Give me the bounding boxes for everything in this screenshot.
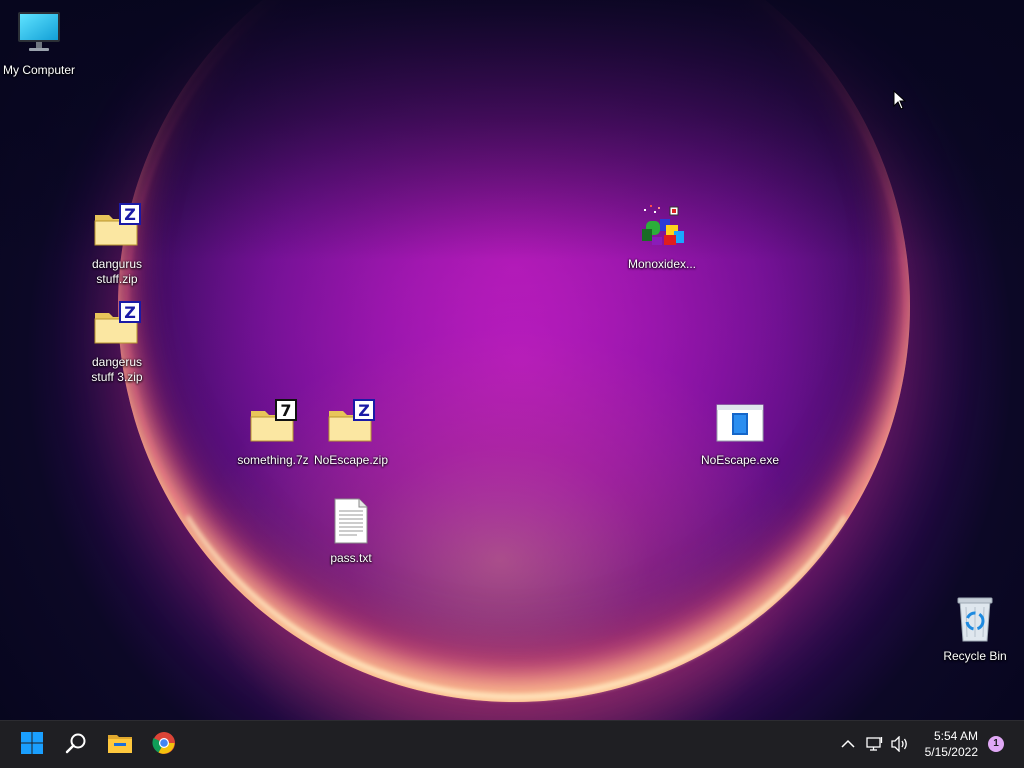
desktop[interactable]: My Computer Z dangurus stuff.zip Z dange… — [0, 0, 1024, 720]
svg-text:Z: Z — [124, 303, 136, 322]
clock-time: 5:54 AM — [933, 729, 978, 743]
desktop-icon-label: dangurus stuff.zip — [91, 257, 143, 286]
desktop-icon-label: Recycle Bin — [943, 649, 1007, 663]
zip-folder-icon: Z — [93, 203, 141, 251]
taskbar: 5:54 AM 5/15/2022 — [0, 720, 1024, 768]
start-button[interactable] — [12, 725, 52, 765]
search-icon — [64, 731, 88, 760]
desktop-icon-my-computer[interactable]: My Computer — [0, 9, 79, 78]
clock-date: 5/15/2022 — [924, 745, 978, 759]
svg-text:Z: Z — [358, 401, 370, 420]
computer-monitor-icon — [15, 9, 63, 57]
search-button[interactable] — [56, 725, 96, 765]
text-file-icon — [327, 497, 375, 545]
colorful-malware-icon — [638, 203, 686, 251]
desktop-icon-monoxidex[interactable]: Monoxidex... — [622, 203, 702, 272]
desktop-icon-label: something.7z — [237, 453, 309, 467]
desktop-icon-dangurus-stuff-zip[interactable]: Z dangurus stuff.zip — [77, 203, 157, 287]
chrome-button[interactable] — [144, 725, 184, 765]
chevron-up-icon[interactable] — [837, 733, 859, 755]
desktop-icon-something-7z[interactable]: 7 something.7z — [233, 399, 313, 468]
desktop-icon-label: My Computer — [2, 63, 76, 77]
notification-badge[interactable]: 1 — [988, 736, 1004, 752]
7z-folder-icon: 7 — [249, 399, 297, 447]
desktop-icon-noescape-exe[interactable]: NoEscape.exe — [700, 399, 780, 468]
desktop-icon-noescape-zip[interactable]: Z NoEscape.zip — [311, 399, 391, 468]
chrome-icon — [152, 731, 176, 760]
zip-folder-icon: Z — [327, 399, 375, 447]
mouse-cursor — [893, 89, 907, 115]
volume-icon[interactable] — [889, 733, 911, 755]
recycle-bin-icon — [951, 595, 999, 643]
desktop-icon-pass-txt[interactable]: pass.txt — [311, 497, 391, 566]
system-clock[interactable]: 5:54 AM 5/15/2022 — [925, 728, 978, 760]
desktop-icon-label: dangerus stuff 3.zip — [91, 355, 143, 384]
desktop-icon-label: NoEscape.exe — [700, 453, 780, 467]
file-explorer-button[interactable] — [100, 725, 140, 765]
windows-start-icon — [20, 731, 44, 760]
svg-text:7: 7 — [280, 401, 291, 420]
zip-folder-icon: Z — [93, 301, 141, 349]
file-explorer-icon — [107, 731, 133, 760]
desktop-icon-dangerus-stuff-3-zip[interactable]: Z dangerus stuff 3.zip — [77, 301, 157, 385]
exe-window-icon — [716, 399, 764, 447]
desktop-icon-recycle-bin[interactable]: Recycle Bin — [935, 595, 1015, 664]
desktop-icon-label: pass.txt — [330, 551, 372, 565]
network-icon[interactable] — [864, 733, 886, 755]
desktop-icon-label: Monoxidex... — [627, 257, 697, 271]
svg-text:Z: Z — [124, 205, 136, 224]
desktop-icon-label: NoEscape.zip — [313, 453, 389, 467]
